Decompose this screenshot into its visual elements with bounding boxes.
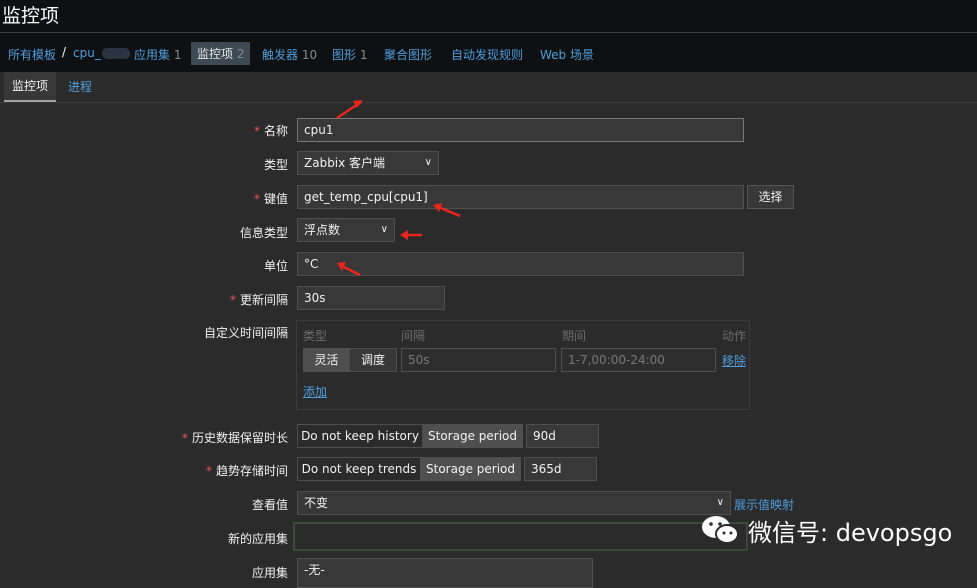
col-action: 动作 xyxy=(722,329,747,343)
apps-list[interactable]: -无- xyxy=(297,558,593,588)
breadcrumb-all-templates[interactable]: 所有模板 xyxy=(8,46,56,63)
trends-no-keep-toggle[interactable]: Do not keep trends xyxy=(297,457,421,481)
col-interval: 间隔 xyxy=(401,329,426,343)
new-app-label: 新的应用集 xyxy=(227,532,288,546)
new-app-input[interactable] xyxy=(293,522,748,551)
trends-label-text: 趋势存储时间 xyxy=(215,464,288,478)
page-header: 监控项 xyxy=(0,0,977,32)
add-link[interactable]: 添加 xyxy=(303,383,327,400)
apps-label: 应用集 xyxy=(251,566,288,580)
name-label: * 名称 xyxy=(254,122,288,139)
history-no-keep-toggle[interactable]: Do not keep history xyxy=(297,424,423,448)
chevron-down-icon: ∨ xyxy=(424,157,432,168)
chevron-down-icon: ∨ xyxy=(716,497,724,508)
breadcrumb: 所有模板 / cpu_ 应用集 1 监控项 2 触发器 10 图形 1 聚合图形… xyxy=(0,33,977,72)
scheduling-toggle[interactable]: 调度 xyxy=(349,348,397,372)
annotation-arrow-key xyxy=(433,203,461,218)
value-mapping-link[interactable]: 展示值映射 xyxy=(734,496,794,513)
interval-input[interactable]: 30s xyxy=(297,286,445,310)
nav-graphs[interactable]: 图形 1 xyxy=(332,46,367,63)
custom-intervals-table: 类型 间隔 期间 动作 灵活 调度 50s 1-7,00:00-24:00 移除… xyxy=(296,320,750,410)
nav-items-count: 2 xyxy=(236,47,245,61)
required-marker: * xyxy=(253,192,260,206)
nav-web-scenarios[interactable]: Web 场景 xyxy=(540,46,594,63)
required-marker: * xyxy=(205,464,212,478)
nav-graphs-count: 1 xyxy=(359,48,368,62)
flexible-toggle[interactable]: 灵活 xyxy=(303,348,350,372)
type-select[interactable]: Zabbix 客户端 ∨ xyxy=(297,151,439,175)
nav-triggers[interactable]: 触发器 10 xyxy=(262,46,317,63)
apps-list-item: -无- xyxy=(304,563,325,577)
nav-items-label: 监控项 xyxy=(197,47,234,61)
nav-discovery-rules[interactable]: 自动发现规则 xyxy=(451,46,523,63)
units-input[interactable]: °C xyxy=(297,252,744,276)
select-key-button[interactable]: 选择 xyxy=(747,185,794,209)
custom-intervals-label: 自定义时间间隔 xyxy=(203,326,288,340)
remove-link[interactable]: 移除 xyxy=(722,352,746,369)
show-value-value: 不变 xyxy=(304,496,329,510)
type-label: 类型 xyxy=(263,158,288,172)
info-type-value: 浮点数 xyxy=(304,223,341,237)
name-label-text: 名称 xyxy=(263,124,288,138)
required-marker: * xyxy=(253,124,260,138)
form-tabs: 监控项 进程 xyxy=(0,72,977,103)
redacted-block xyxy=(101,48,130,59)
history-input[interactable]: 90d xyxy=(526,424,599,448)
history-label-text: 历史数据保留时长 xyxy=(191,431,288,445)
key-label: * 键值 xyxy=(254,190,288,207)
custom-interval-input[interactable]: 50s xyxy=(401,348,556,372)
breadcrumb-template[interactable]: cpu_ xyxy=(73,46,130,60)
watermark: 微信号: devopsgo xyxy=(700,512,952,548)
nav-applications[interactable]: 应用集 1 xyxy=(134,46,181,63)
custom-period-input[interactable]: 1-7,00:00-24:00 xyxy=(561,348,716,372)
nav-applications-label: 应用集 xyxy=(134,48,171,62)
required-marker: * xyxy=(229,293,236,307)
key-input[interactable]: get_temp_cpu[cpu1] xyxy=(297,185,744,209)
history-label: * 历史数据保留时长 xyxy=(182,429,288,446)
nav-applications-count: 1 xyxy=(173,48,182,62)
trends-storage-toggle[interactable]: Storage period xyxy=(420,457,521,481)
name-input[interactable]: cpu1 xyxy=(297,118,744,142)
chevron-down-icon: ∨ xyxy=(380,224,388,235)
watermark-text: 微信号: devopsgo xyxy=(748,518,953,547)
show-value-label: 查看值 xyxy=(251,498,288,512)
wechat-icon xyxy=(702,516,739,544)
trends-input[interactable]: 365d xyxy=(524,457,597,481)
annotation-arrow-units xyxy=(337,262,361,277)
page-title: 监控项 xyxy=(2,5,60,27)
key-label-text: 键值 xyxy=(263,192,288,206)
nav-screens[interactable]: 聚合图形 xyxy=(384,46,432,63)
required-marker: * xyxy=(181,431,188,445)
info-type-select[interactable]: 浮点数 ∨ xyxy=(297,218,395,242)
col-period: 期间 xyxy=(562,329,587,343)
col-type: 类型 xyxy=(303,329,328,343)
tab-process[interactable]: 进程 xyxy=(60,72,100,102)
type-select-value: Zabbix 客户端 xyxy=(304,156,386,170)
nav-triggers-label: 触发器 xyxy=(262,48,299,62)
nav-graphs-label: 图形 xyxy=(332,48,357,62)
show-value-select[interactable]: 不变 ∨ xyxy=(297,491,731,515)
interval-label-text: 更新间隔 xyxy=(239,293,288,307)
interval-label: * 更新间隔 xyxy=(230,291,288,308)
nav-triggers-count: 10 xyxy=(301,48,318,62)
tab-item[interactable]: 监控项 xyxy=(4,72,57,102)
units-label: 单位 xyxy=(263,259,288,273)
template-name: cpu_ xyxy=(73,46,101,60)
annotation-arrow-info-type xyxy=(400,230,422,240)
breadcrumb-separator: / xyxy=(62,45,67,59)
nav-items[interactable]: 监控项 2 xyxy=(191,42,251,65)
info-type-label: 信息类型 xyxy=(239,226,288,240)
history-storage-toggle[interactable]: Storage period xyxy=(422,424,523,448)
trends-label: * 趋势存储时间 xyxy=(206,462,288,479)
annotation-arrow-name xyxy=(336,100,363,120)
